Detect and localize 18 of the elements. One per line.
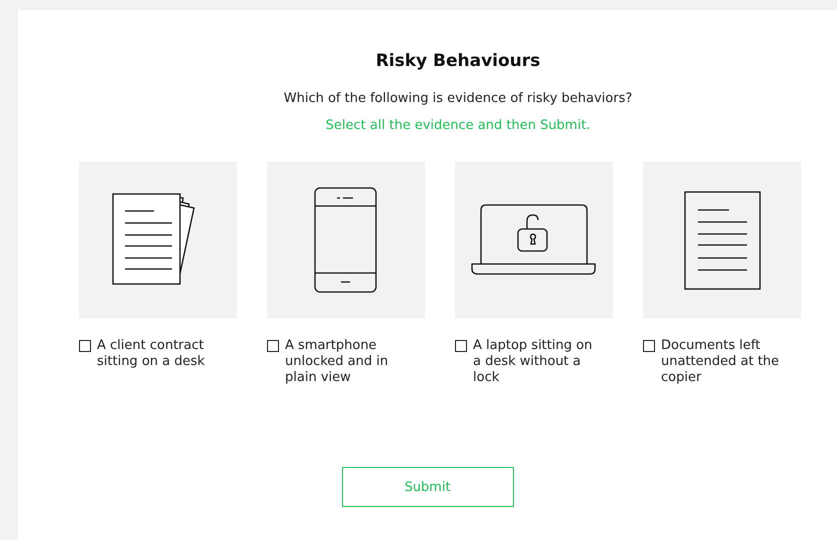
instruction-text: Select all the evidence and then Submit. xyxy=(326,118,590,133)
unlocked-laptop-icon xyxy=(471,204,597,276)
option-label: Documents left unattended at the copier xyxy=(661,338,780,386)
image-card[interactable] xyxy=(455,162,613,318)
checkbox[interactable] xyxy=(79,340,91,352)
checkbox[interactable] xyxy=(455,340,467,352)
page-title: Risky Behaviours xyxy=(376,51,540,71)
image-card[interactable] xyxy=(79,162,237,318)
option-label: A client contract sitting on a desk xyxy=(97,338,206,370)
option-label: A smartphone unlocked and in plain view xyxy=(285,338,390,386)
image-card[interactable] xyxy=(643,162,801,318)
option-label: A laptop sitting on a desk without a lock xyxy=(473,338,594,386)
smartphone-icon xyxy=(314,187,378,293)
document-icon xyxy=(684,190,760,290)
checkbox[interactable] xyxy=(267,340,279,352)
question-text: Which of the following is evidence of risky behaviors? xyxy=(284,91,632,106)
checkbox[interactable] xyxy=(643,340,655,352)
submit-button[interactable]: Submit xyxy=(342,467,514,507)
